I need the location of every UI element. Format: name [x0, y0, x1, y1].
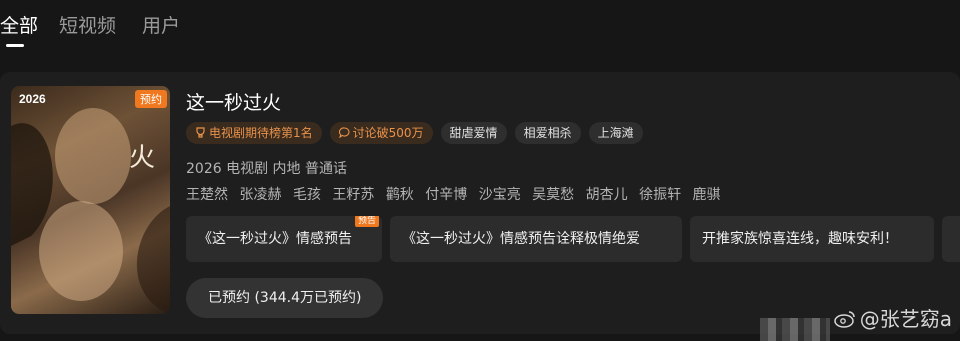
- trailer-badge: 预告: [354, 216, 379, 227]
- cast-member[interactable]: 胡杏儿: [586, 187, 628, 203]
- ranking-tag[interactable]: 电视剧期待榜第1名: [186, 122, 322, 144]
- genre-tag[interactable]: 相爱相杀: [514, 122, 581, 144]
- watermark-text: @张艺窈a: [859, 307, 952, 331]
- video-title: 《这一秒过火》情感预告: [198, 231, 352, 247]
- discussion-tag-label: 讨论破500万: [352, 126, 424, 140]
- cast-member[interactable]: 沙宝亮: [479, 187, 521, 203]
- reserve-badge: 预约: [135, 90, 167, 108]
- show-title[interactable]: 这一秒过火: [186, 88, 281, 115]
- show-meta: 2026 电视剧 内地 普通话: [186, 161, 347, 177]
- discussion-tag[interactable]: 讨论破500万: [329, 122, 433, 145]
- video-card[interactable]: 《这一秒过火》情感预告诠释极情绝爱: [390, 216, 682, 262]
- video-title: 《这一秒过火》情感预告诠释极情绝爱: [402, 231, 640, 247]
- weibo-logo-icon: [833, 309, 856, 333]
- tab-users[interactable]: 用户: [142, 12, 180, 40]
- video-carousel: 《这一秒过火》情感预告 预告 《这一秒过火》情感预告诠释极情绝爱 开推家族惊喜连…: [186, 216, 960, 262]
- cast-list: 王楚然 张凌赫 毛孩 王籽苏 鹳秋 付辛博 沙宝亮 吴莫愁 胡杏儿 徐振轩 鹿骐: [186, 184, 728, 204]
- mosaic-blur: [760, 318, 830, 341]
- active-tab-indicator: [6, 44, 24, 47]
- cast-member[interactable]: 王楚然: [186, 187, 228, 203]
- cast-member[interactable]: 王籽苏: [332, 187, 374, 203]
- cast-member[interactable]: 鹳秋: [386, 187, 414, 203]
- tab-short-video[interactable]: 短视频: [59, 12, 116, 40]
- search-tabs: 全部 短视频 用户: [0, 0, 960, 60]
- reserved-button[interactable]: 已预约 (344.4万已预约): [186, 278, 384, 318]
- video-title: 开推家族惊喜连线，趣味安利！: [702, 231, 898, 247]
- video-card[interactable]: 开推家族惊喜连线，趣味安利！: [690, 216, 934, 262]
- cast-member[interactable]: 张凌赫: [239, 187, 281, 203]
- video-card-partial[interactable]: [942, 216, 960, 262]
- tab-all[interactable]: 全部: [0, 12, 38, 40]
- poster-image[interactable]: 火 2026 预约: [11, 86, 170, 314]
- watermark: @张艺窈a: [833, 303, 952, 333]
- tag-row: 电视剧期待榜第1名 讨论破500万 甜虐爱情 相爱相杀 上海滩: [186, 122, 651, 144]
- poster-artwork: 火: [11, 108, 170, 314]
- cast-member[interactable]: 付辛博: [425, 187, 467, 203]
- cast-member[interactable]: 毛孩: [293, 187, 321, 203]
- trophy-icon: [195, 123, 206, 145]
- genre-tag[interactable]: 甜虐爱情: [440, 122, 507, 144]
- cast-member[interactable]: 吴莫愁: [532, 187, 574, 203]
- ranking-tag-label: 电视剧期待榜第1名: [209, 126, 313, 140]
- poster-year: 2026: [19, 92, 46, 106]
- cast-member[interactable]: 徐振轩: [639, 187, 681, 203]
- cast-member[interactable]: 鹿骐: [693, 187, 721, 203]
- genre-tag[interactable]: 上海滩: [588, 122, 643, 144]
- comment-icon: [338, 123, 350, 145]
- video-card[interactable]: 《这一秒过火》情感预告 预告: [186, 216, 382, 262]
- poster-calligraphy: 火: [129, 143, 155, 173]
